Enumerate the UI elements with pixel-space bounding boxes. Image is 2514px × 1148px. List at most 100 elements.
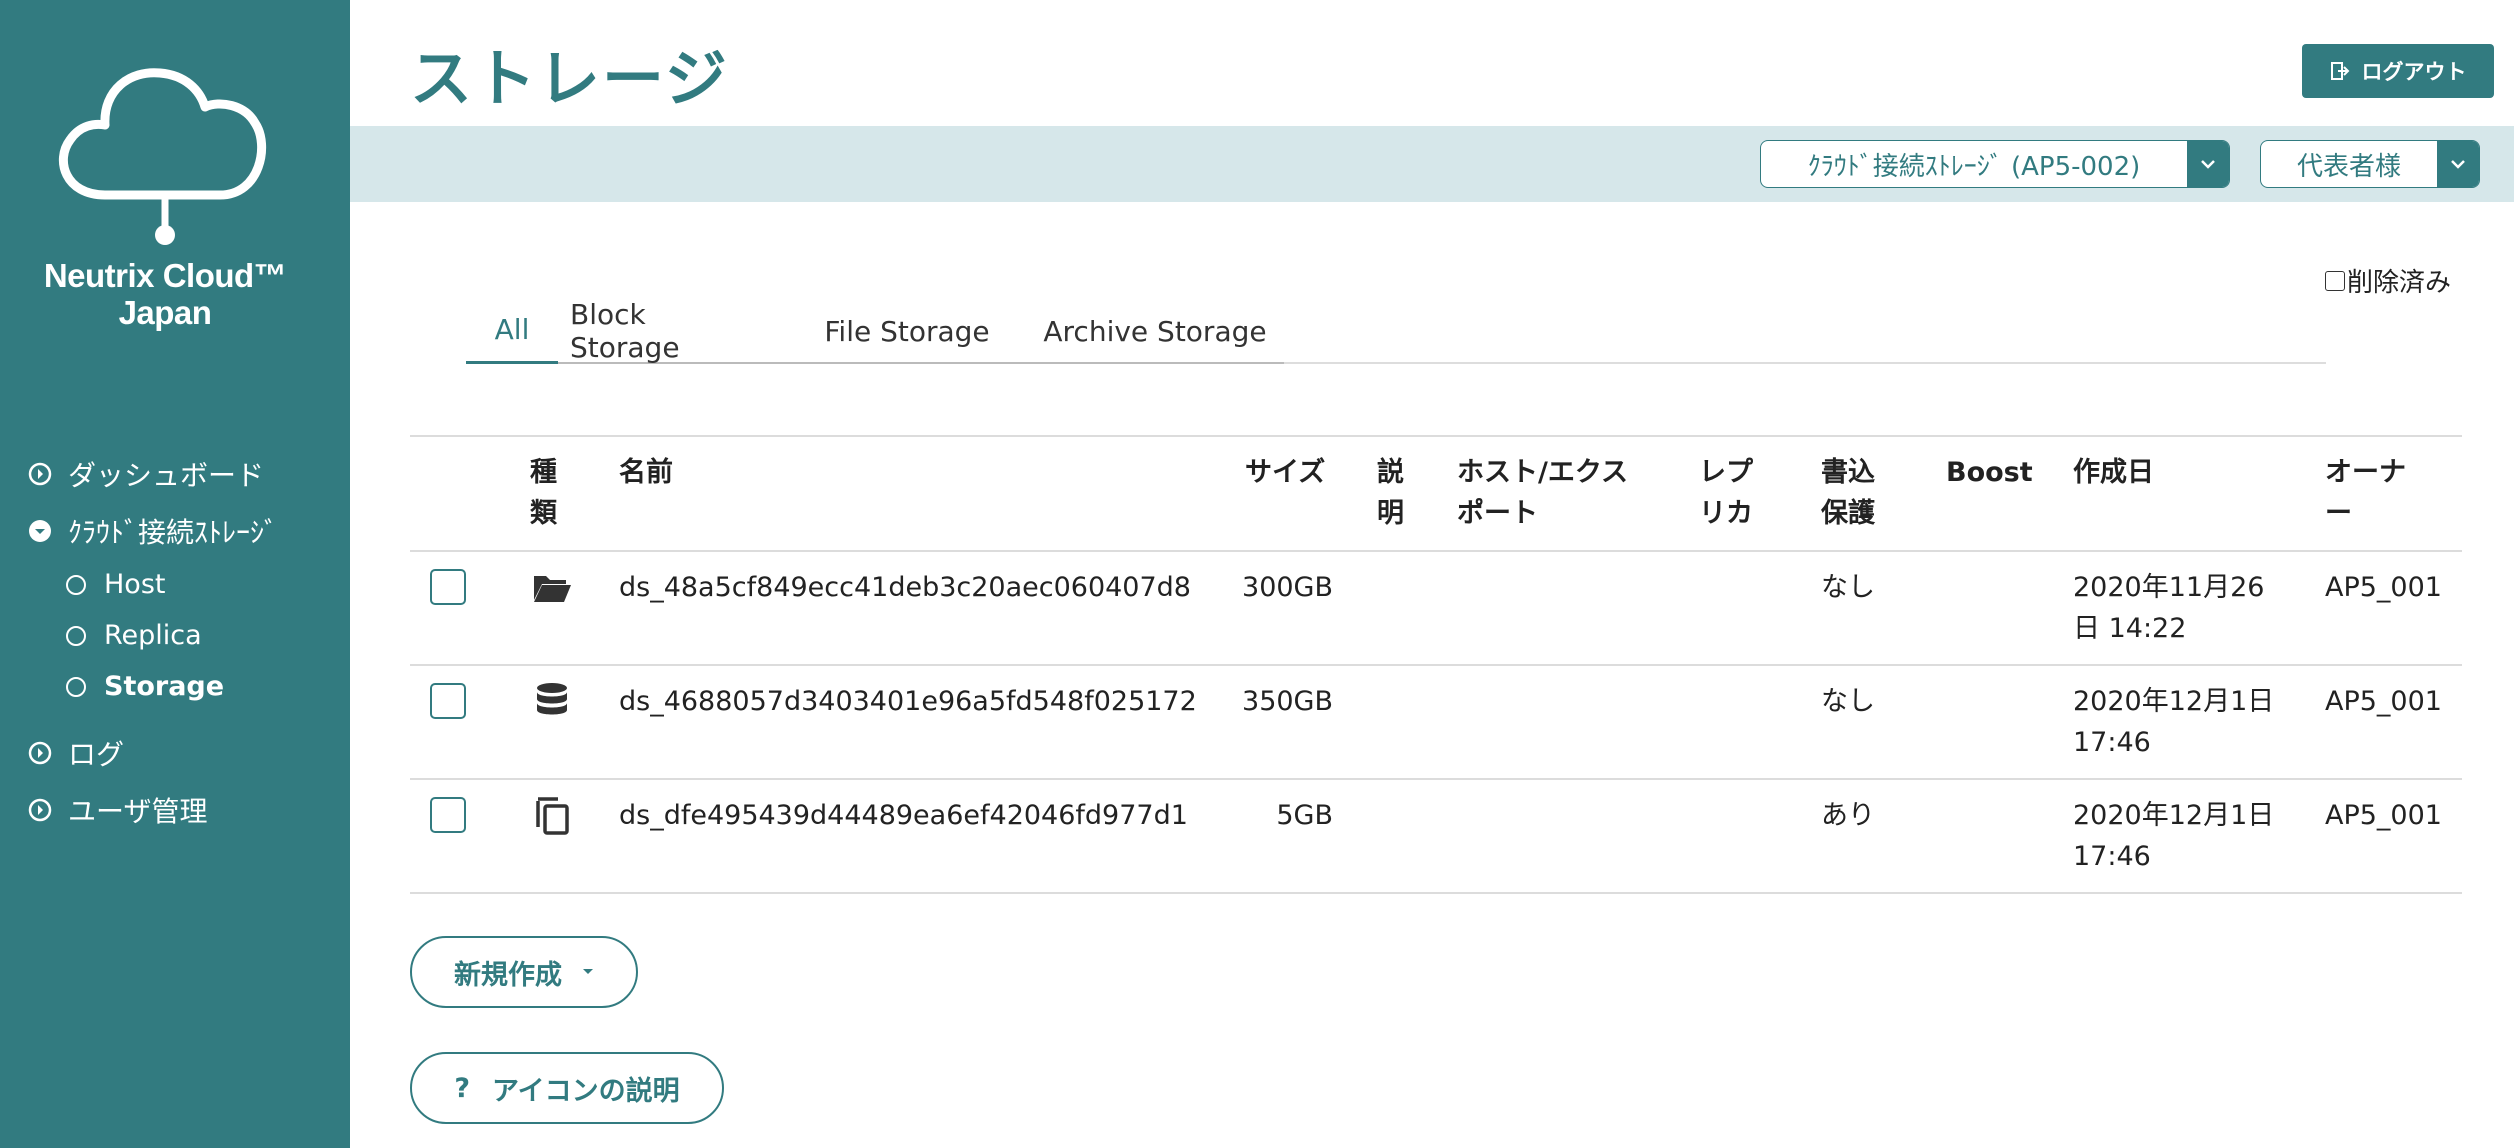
date-line: 2020年11月26 (2073, 572, 2265, 603)
chevron-down-icon[interactable] (2437, 141, 2479, 187)
storage-name[interactable]: ds_48a5cf849ecc41deb3c20aec060407d8 (619, 567, 1191, 608)
header-line: レプ (1699, 457, 1753, 488)
sidebar-subitem-label: Host (104, 569, 166, 600)
caret-down-icon (582, 968, 594, 976)
tab-file-storage[interactable]: File Storage (822, 298, 992, 364)
page-title: ストレージ (410, 42, 729, 115)
sidebar-subitem-label: Storage (104, 671, 225, 702)
logout-button[interactable]: ログアウト (2302, 44, 2494, 98)
new-create-label: 新規作成 (454, 959, 562, 991)
circle-icon (66, 625, 86, 646)
chevron-right-circle-icon (28, 462, 52, 486)
chevron-right-circle-icon (28, 741, 52, 765)
chevron-down-icon[interactable] (2187, 141, 2229, 187)
show-deleted-checkbox[interactable] (2325, 270, 2345, 291)
column-header-type: 種 類 (530, 452, 557, 534)
logout-label: ログアウト (2361, 60, 2467, 84)
storage-size: 350GB (1242, 686, 1333, 717)
cloud-logo-icon (58, 68, 267, 245)
owner-value: AP5_001 (2325, 572, 2442, 603)
sidebar-item-label: ログ (68, 737, 125, 771)
sidebar: Neutrix Cloud™ Japan ダッシュボード ｸﾗｳﾄﾞ接続ｽﾄﾚｰ… (0, 0, 350, 1148)
column-header-size[interactable]: サイズ (1245, 452, 1325, 493)
storage-tabs: All Block Storage File Storage Archive S… (466, 298, 2326, 364)
toolbar: ｸﾗｳﾄﾞ接続ｽﾄﾚｰｼﾞ (AP5-002) 代表者様 (350, 126, 2514, 202)
chevron-down-circle-icon (28, 519, 52, 543)
storage-select[interactable]: ｸﾗｳﾄﾞ接続ｽﾄﾚｰｼﾞ (AP5-002) (1760, 140, 2230, 188)
user-select-value: 代表者様 (2296, 151, 2401, 182)
column-header-created[interactable]: 作成日 (2073, 452, 2154, 493)
logout-icon (2330, 61, 2350, 81)
sidebar-subitem-replica[interactable]: Replica (0, 610, 350, 661)
row-checkbox[interactable] (430, 797, 466, 833)
write-protect-value: なし (1821, 572, 1875, 603)
sidebar-subitem-storage[interactable]: Storage (0, 661, 350, 712)
column-header-host-export: ホスト/エクス ポート (1457, 452, 1628, 534)
header-line: 類 (530, 498, 557, 529)
row-checkbox[interactable] (430, 683, 466, 719)
date-line: 2020年12月1日 (2073, 800, 2275, 831)
icon-help-label: アイコンの説明 (492, 1075, 680, 1107)
icon-help-button[interactable]: ? アイコンの説明 (410, 1052, 724, 1124)
owner-value: AP5_001 (2325, 686, 2442, 717)
header-line: 種 (530, 457, 557, 488)
tab-block-storage[interactable]: Block Storage (570, 298, 762, 364)
storage-select-value: ｸﾗｳﾄﾞ接続ｽﾄﾚｰｼﾞ (AP5-002) (1807, 151, 2141, 182)
created-date: 2020年11月26 日 14:22 (2073, 567, 2264, 649)
header-line: 明 (1377, 498, 1404, 529)
sidebar-item-log[interactable]: ログ (0, 724, 350, 781)
storage-name[interactable]: ds_4688057d3403401e96a5fd548f025172 (619, 681, 1197, 722)
sidebar-item-cloud-storage[interactable]: ｸﾗｳﾄﾞ接続ｽﾄﾚｰｼﾞ (0, 502, 350, 559)
show-deleted-label: 削除済み (2347, 268, 2452, 298)
brand-line1: Neutrix Cloud™ (43, 257, 287, 294)
sidebar-subitem-host[interactable]: Host (0, 559, 350, 610)
sidebar-item-label: ｸﾗｳﾄﾞ接続ｽﾄﾚｰｼﾞ (68, 515, 279, 549)
storage-size: 5GB (1276, 800, 1333, 831)
folder-open-icon (530, 567, 574, 607)
table-divider (410, 778, 2462, 780)
sidebar-item-user-management[interactable]: ユーザ管理 (0, 781, 350, 838)
question-icon: ? (454, 1072, 470, 1104)
table-divider (410, 550, 2462, 552)
header-line: 書込 (1821, 457, 1875, 488)
circle-icon (66, 574, 86, 595)
database-icon (530, 681, 574, 721)
storage-name[interactable]: ds_dfe495439d44489ea6ef42046fd977d1 (619, 795, 1188, 836)
sidebar-item-dashboard[interactable]: ダッシュボード (0, 445, 350, 502)
tab-all[interactable]: All (466, 298, 558, 364)
header-line: 保護 (1821, 498, 1875, 529)
table-divider (410, 664, 2462, 666)
sidebar-nav: ダッシュボード ｸﾗｳﾄﾞ接続ｽﾄﾚｰｼﾞ Host Replica Stora… (0, 445, 350, 838)
row-checkbox[interactable] (430, 569, 466, 605)
created-date: 2020年12月1日 17:46 (2073, 681, 2274, 763)
column-header-write-protect: 書込 保護 (1821, 452, 1875, 534)
date-line: 日 14:22 (2073, 613, 2187, 644)
storage-size: 300GB (1242, 572, 1333, 603)
column-header-boost: Boost (1946, 457, 2033, 488)
copy-icon (530, 795, 574, 835)
sidebar-item-label: ダッシュボード (68, 458, 265, 492)
column-header-name[interactable]: 名前 (619, 452, 673, 493)
column-header-replica: レプ リカ (1699, 452, 1753, 534)
created-date: 2020年12月1日 17:46 (2073, 795, 2274, 877)
new-create-button[interactable]: 新規作成 (410, 936, 638, 1008)
header-line: リカ (1699, 498, 1753, 529)
sidebar-item-label: ユーザ管理 (68, 794, 208, 828)
sidebar-subitem-label: Replica (104, 620, 202, 651)
header-line: ー (2325, 498, 2352, 529)
brand-name: Neutrix Cloud™ Japan (40, 257, 290, 331)
circle-icon (66, 676, 86, 697)
date-line: 17:46 (2073, 841, 2151, 872)
column-header-owner: オーナ ー (2325, 452, 2406, 534)
write-protect-value: なし (1821, 686, 1875, 717)
header-line: ホスト/エクス (1457, 457, 1629, 488)
date-line: 2020年12月1日 (2073, 686, 2275, 717)
tab-archive-storage[interactable]: Archive Storage (1040, 298, 1270, 364)
show-deleted-toggle[interactable]: 削除済み (2325, 262, 2451, 299)
owner-value: AP5_001 (2325, 800, 2442, 831)
write-protect-value: あり (1821, 800, 1875, 831)
brand-logo[interactable]: Neutrix Cloud™ Japan (40, 35, 290, 355)
user-select[interactable]: 代表者様 (2260, 140, 2480, 188)
table-divider (410, 435, 2462, 437)
brand-line2: Japan (118, 294, 212, 331)
